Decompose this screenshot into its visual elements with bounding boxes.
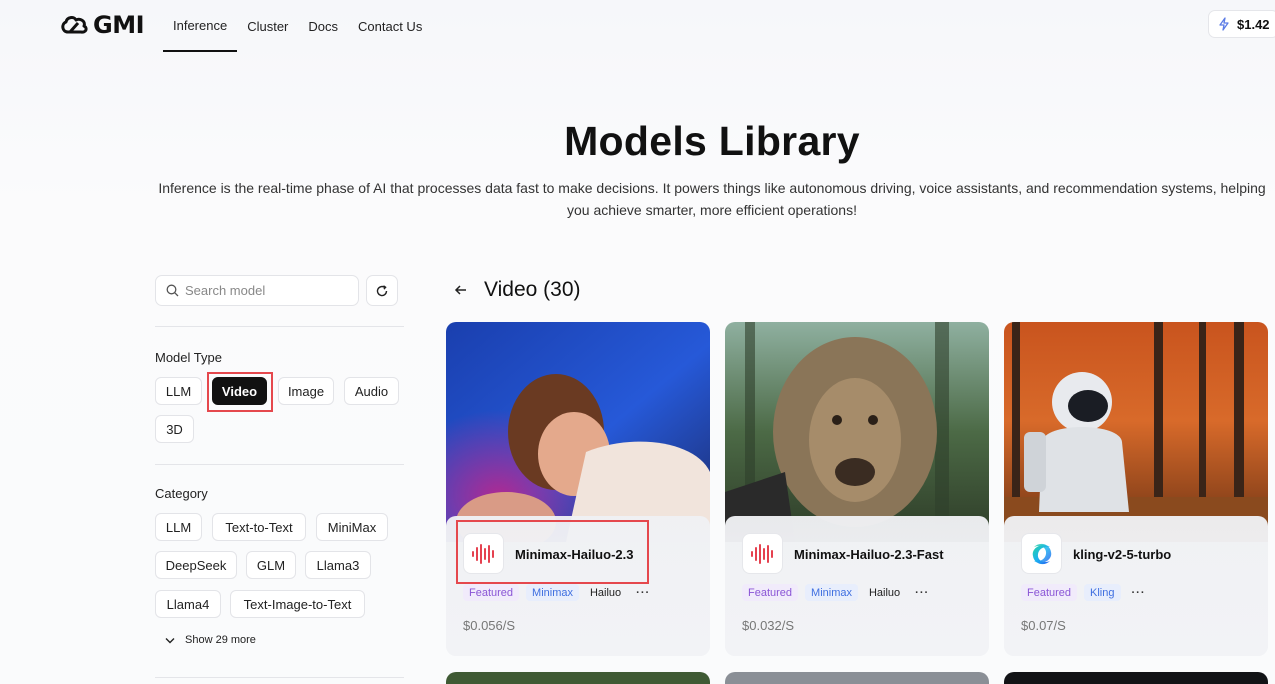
show-more-label: Show 29 more	[185, 634, 256, 646]
model-price: $0.07/S	[1021, 618, 1066, 633]
model-type-audio[interactable]: Audio	[344, 377, 399, 405]
model-card-partial[interactable]	[1004, 672, 1268, 684]
section-title: Video (30)	[484, 278, 581, 301]
lightning-icon	[1219, 17, 1229, 31]
category-llama3[interactable]: Llama3	[305, 551, 371, 579]
model-name: kling-v2-5-turbo	[1073, 547, 1172, 562]
balance-amount: $1.42	[1237, 16, 1270, 32]
more-tags-icon[interactable]: ···	[632, 584, 654, 601]
model-type-llm[interactable]: LLM	[155, 377, 202, 405]
tag-series: Hailuo	[589, 586, 622, 599]
minimax-waveform-icon	[463, 533, 504, 574]
page-description: Inference is the real-time phase of AI t…	[158, 180, 1266, 218]
tag-featured: Featured	[1021, 584, 1078, 601]
kling-swirl-icon	[1021, 533, 1062, 574]
category-llama4[interactable]: Llama4	[155, 590, 221, 618]
tag-featured: Featured	[742, 584, 799, 601]
model-price: $0.056/S	[463, 618, 516, 633]
model-card[interactable]: kling-v2-5-turbo Featured Kling ··· $0.0…	[1004, 322, 1268, 656]
refresh-icon	[376, 284, 388, 296]
tag-vendor: Minimax	[526, 584, 579, 601]
minimax-waveform-icon	[742, 533, 783, 574]
category-minimax[interactable]: MiniMax	[316, 513, 388, 541]
model-type-3d[interactable]: 3D	[155, 415, 194, 443]
cloud-logo-icon	[61, 16, 88, 34]
model-card[interactable]: Minimax-Hailuo-2.3 Featured Minimax Hail…	[446, 322, 710, 656]
arrow-left-icon	[454, 285, 466, 295]
model-info-panel: Minimax-Hailuo-2.3-Fast Featured Minimax…	[725, 516, 989, 656]
search-box[interactable]	[155, 275, 359, 306]
model-tags: Featured Minimax Hailuo ···	[463, 584, 654, 601]
model-card-partial[interactable]	[446, 672, 710, 684]
tag-vendor: Minimax	[805, 584, 858, 601]
nav-cluster[interactable]: Cluster	[237, 0, 298, 52]
more-tags-icon[interactable]: ···	[911, 584, 933, 601]
chevron-down-icon	[165, 637, 175, 643]
tag-vendor: Kling	[1084, 584, 1121, 601]
nav-contact-us[interactable]: Contact Us	[348, 0, 432, 52]
nav-inference[interactable]: Inference	[163, 0, 238, 52]
search-icon	[166, 284, 179, 297]
model-tags: Featured Kling ···	[1021, 584, 1150, 601]
category-text-image-to-text[interactable]: Text-Image-to-Text	[230, 590, 365, 618]
model-card[interactable]: Minimax-Hailuo-2.3-Fast Featured Minimax…	[725, 322, 989, 656]
model-preview-image	[1004, 322, 1268, 542]
model-preview-image	[446, 322, 710, 552]
category-deepseek[interactable]: DeepSeek	[155, 551, 237, 579]
gmi-logo[interactable]: GMI	[59, 10, 145, 40]
model-tags: Featured Minimax Hailuo ···	[742, 584, 933, 601]
top-nav: GMI Inference Cluster Docs Contact Us $1…	[0, 0, 1275, 52]
category-label: Category	[155, 486, 208, 501]
model-card-partial[interactable]	[725, 672, 989, 684]
model-type-label: Model Type	[155, 350, 222, 365]
logo-text: GMI	[93, 11, 145, 39]
more-tags-icon[interactable]: ···	[1128, 584, 1150, 601]
category-llm[interactable]: LLM	[155, 513, 202, 541]
divider	[155, 677, 404, 678]
model-type-image[interactable]: Image	[278, 377, 334, 405]
tag-series: Hailuo	[868, 586, 901, 599]
model-name: Minimax-Hailuo-2.3	[515, 547, 634, 562]
divider	[155, 464, 404, 465]
back-button[interactable]	[454, 283, 468, 301]
category-text-to-text[interactable]: Text-to-Text	[212, 513, 306, 541]
model-price: $0.032/S	[742, 618, 795, 633]
category-glm[interactable]: GLM	[246, 551, 296, 579]
model-type-video[interactable]: Video	[212, 377, 267, 405]
search-input[interactable]	[185, 283, 345, 298]
divider	[155, 326, 404, 327]
model-info-panel: Minimax-Hailuo-2.3 Featured Minimax Hail…	[446, 516, 710, 656]
model-preview-image	[725, 322, 989, 542]
tag-featured: Featured	[463, 584, 520, 601]
nav-links: Inference Cluster Docs Contact Us	[163, 0, 432, 52]
model-info-panel: kling-v2-5-turbo Featured Kling ··· $0.0…	[1004, 516, 1268, 656]
nav-docs[interactable]: Docs	[298, 0, 348, 52]
show-more-button[interactable]: Show 29 more	[165, 634, 256, 646]
page-title: Models Library	[564, 118, 860, 164]
balance-button[interactable]: $1.42	[1208, 10, 1275, 38]
model-name: Minimax-Hailuo-2.3-Fast	[794, 547, 944, 562]
refresh-button[interactable]	[366, 275, 398, 306]
